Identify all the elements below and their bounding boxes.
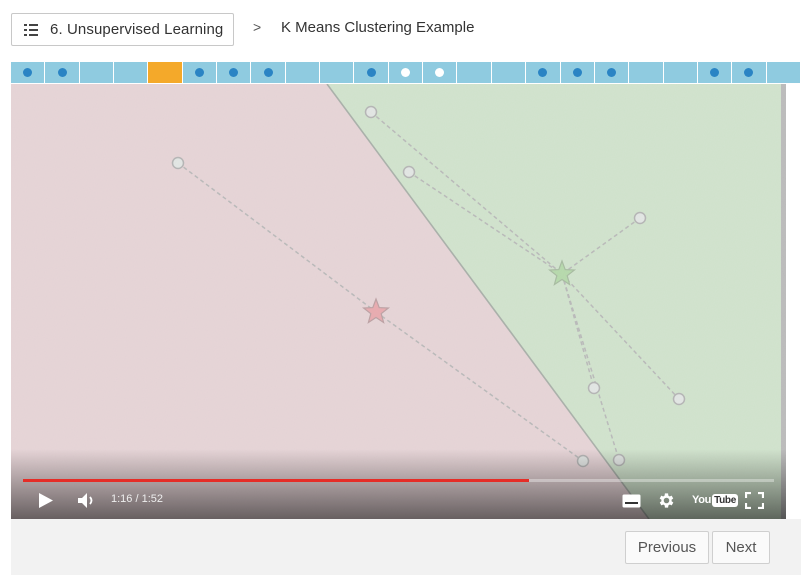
segment-dot-icon <box>57 68 67 77</box>
previous-button[interactable]: Previous <box>625 531 709 564</box>
lesson-segment[interactable] <box>457 62 492 83</box>
lesson-segment[interactable] <box>629 62 664 83</box>
segment-complete-dot-icon <box>400 68 410 77</box>
lesson-segment[interactable] <box>697 62 733 83</box>
gear-icon <box>659 493 674 508</box>
fullscreen-icon <box>745 492 764 509</box>
lesson-segment[interactable] <box>79 62 115 83</box>
segment-dot-icon <box>229 68 239 77</box>
time-readout: 1:16 / 1:52 <box>111 493 163 505</box>
video-player[interactable]: 1:16 / 1:52 You Tube <box>11 84 786 519</box>
lesson-segment[interactable] <box>114 62 149 83</box>
breadcrumb-separator: > <box>253 19 262 35</box>
lesson-segment[interactable] <box>732 62 767 83</box>
lesson-segment[interactable] <box>526 62 561 83</box>
lesson-footer: Previous Next <box>11 519 801 575</box>
next-button[interactable]: Next <box>712 531 770 564</box>
lesson-segment[interactable] <box>11 62 46 83</box>
lesson-segment[interactable] <box>251 62 286 83</box>
lesson-segment[interactable] <box>217 62 252 83</box>
volume-icon <box>78 493 93 508</box>
lesson-segment[interactable] <box>594 62 630 83</box>
list-icon <box>24 23 38 36</box>
segment-dot-icon <box>366 68 376 77</box>
youtube-logo-button[interactable]: You Tube <box>692 492 739 508</box>
lesson-segment[interactable] <box>423 62 458 83</box>
seek-bar[interactable] <box>23 479 774 482</box>
lesson-segment[interactable] <box>663 62 698 83</box>
lesson-segment[interactable] <box>148 62 183 83</box>
lesson-progress-strip <box>11 62 801 83</box>
lesson-segment[interactable] <box>560 62 595 83</box>
lesson-segment[interactable] <box>285 62 321 83</box>
captions-icon <box>622 494 641 508</box>
segment-dot-icon <box>194 68 204 77</box>
segment-dot-icon <box>263 68 273 77</box>
youtube-logo-text: You <box>692 494 712 506</box>
lesson-segment[interactable] <box>388 62 424 83</box>
segment-dot-icon <box>607 68 617 77</box>
seek-bar-played <box>23 479 530 482</box>
lesson-label: 6. Unsupervised Learning <box>50 21 224 38</box>
lesson-segment[interactable] <box>354 62 389 83</box>
segment-dot-icon <box>710 68 720 77</box>
lesson-segment[interactable] <box>766 62 801 83</box>
segment-dot-icon <box>23 68 33 77</box>
play-icon <box>39 493 53 508</box>
lesson-segment[interactable] <box>320 62 355 83</box>
lesson-segment[interactable] <box>45 62 80 83</box>
youtube-logo-tube: Tube <box>712 493 739 507</box>
lesson-menu-button[interactable]: 6. Unsupervised Learning <box>11 13 234 46</box>
segment-dot-icon <box>744 68 754 77</box>
segment-complete-dot-icon <box>435 68 445 77</box>
lesson-segment[interactable] <box>182 62 218 83</box>
segment-dot-icon <box>538 68 548 77</box>
segment-dot-icon <box>572 68 582 77</box>
lesson-segment[interactable] <box>491 62 527 83</box>
page-title: K Means Clustering Example <box>281 19 475 36</box>
